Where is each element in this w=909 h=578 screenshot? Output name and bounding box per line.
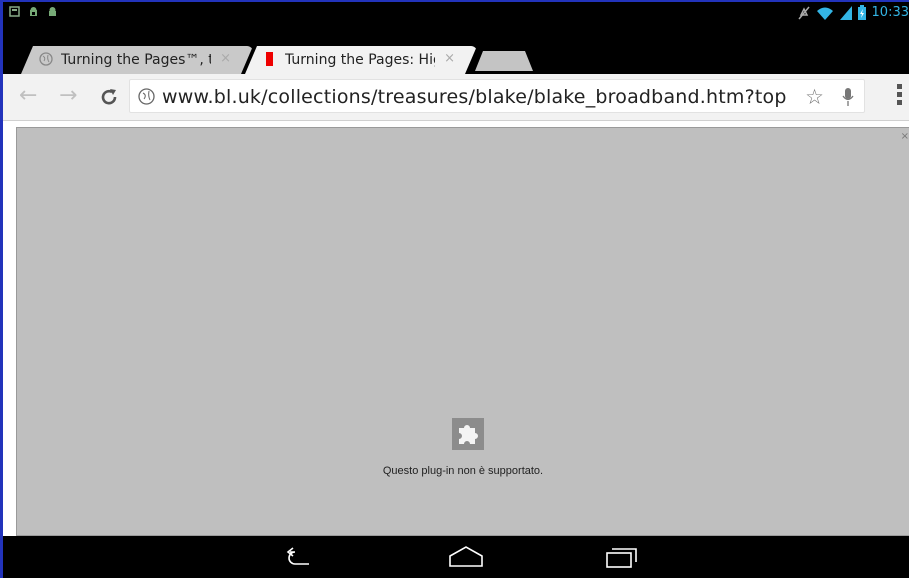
battery-icon [857, 5, 866, 20]
plugin-placeholder: × Questo plug-in non è supportato. [16, 127, 909, 536]
back-icon[interactable] [281, 544, 321, 570]
bookmark-star-icon[interactable]: ☆ [805, 85, 824, 109]
tab-active[interactable]: Turning the Pages: High × [245, 46, 477, 74]
tab-close-icon[interactable]: × [444, 51, 455, 66]
android-debug-icon [30, 7, 37, 16]
menu-overflow-icon[interactable] [897, 84, 903, 108]
puzzle-piece-icon [452, 418, 484, 450]
back-arrow-icon[interactable]: ← [19, 84, 37, 108]
globe-icon [39, 52, 53, 66]
new-tab-button[interactable] [475, 51, 533, 71]
tab-title: Turning the Pages™, the [61, 52, 204, 68]
tab-title: Turning the Pages: High [285, 52, 435, 68]
mute-icon [797, 6, 810, 19]
url-text[interactable]: www.bl.uk/collections/treasures/blake/bl… [162, 86, 787, 108]
notification-icon [9, 6, 20, 17]
system-nav-bar [3, 536, 909, 578]
globe-icon [138, 88, 155, 105]
reload-icon[interactable] [99, 87, 119, 107]
browser-toolbar: ← → www.bl.uk/collections/treasures/blak… [3, 74, 909, 121]
forward-arrow-icon[interactable]: → [59, 84, 77, 108]
tab-close-icon[interactable]: × [220, 51, 231, 66]
clock-time: 10:33 [871, 5, 909, 20]
page-content: × Questo plug-in non è supportato. [3, 121, 909, 536]
wifi-icon [816, 7, 833, 20]
android-icon [49, 7, 56, 16]
tab-strip: Turning the Pages™, the × Turning the Pa… [3, 24, 909, 74]
bl-favicon-icon [263, 52, 277, 66]
close-icon[interactable]: × [901, 131, 909, 142]
recent-apps-icon[interactable] [601, 544, 641, 570]
status-bar: 10:33 [3, 2, 909, 24]
tab-inactive[interactable]: Turning the Pages™, the × [21, 46, 253, 74]
microphone-icon[interactable] [842, 87, 854, 107]
plugin-unsupported-message: Questo plug-in non è supportato. [382, 465, 544, 477]
address-bar[interactable]: www.bl.uk/collections/treasures/blake/bl… [129, 79, 865, 113]
home-icon[interactable] [446, 544, 486, 570]
signal-icon [839, 5, 852, 20]
